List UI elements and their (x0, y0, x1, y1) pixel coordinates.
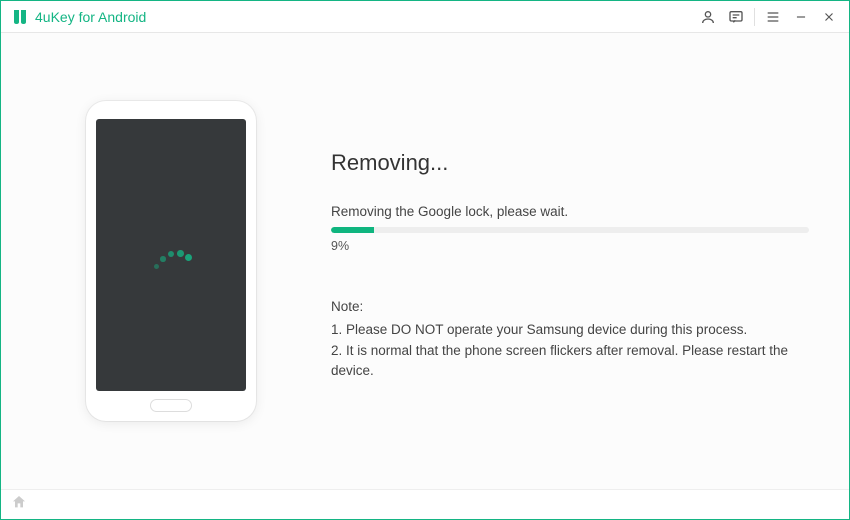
feedback-icon (728, 9, 744, 25)
phone-illustration (86, 101, 256, 421)
note-item-2: 2. It is normal that the phone screen fl… (331, 341, 809, 383)
titlebar-separator (754, 8, 755, 26)
progress-heading: Removing... (331, 150, 809, 176)
loading-spinner-icon (146, 230, 196, 280)
feedback-button[interactable] (722, 3, 750, 31)
notes-section: Note: 1. Please DO NOT operate your Sams… (331, 297, 809, 383)
progress-bar-fill (331, 227, 374, 233)
home-icon[interactable] (11, 494, 27, 515)
app-window: 4uKey for Android (0, 0, 850, 520)
user-icon (700, 9, 716, 25)
phone-screen (96, 119, 246, 391)
minimize-button[interactable] (787, 3, 815, 31)
notes-title: Note: (331, 297, 809, 318)
account-button[interactable] (694, 3, 722, 31)
note-item-1: 1. Please DO NOT operate your Samsung de… (331, 320, 809, 341)
app-logo: 4uKey for Android (11, 8, 146, 26)
minimize-icon (794, 10, 808, 24)
menu-icon (765, 9, 781, 25)
titlebar: 4uKey for Android (1, 1, 849, 33)
logo-icon (11, 8, 29, 26)
info-column: Removing... Removing the Google lock, pl… (331, 140, 809, 383)
phone-column (61, 101, 281, 421)
app-title: 4uKey for Android (35, 9, 146, 25)
close-icon (822, 10, 836, 24)
footer (1, 489, 849, 519)
phone-home-button (150, 399, 192, 412)
menu-button[interactable] (759, 3, 787, 31)
close-button[interactable] (815, 3, 843, 31)
progress-status: Removing the Google lock, please wait. (331, 204, 809, 219)
progress-bar (331, 227, 809, 233)
progress-percent-label: 9% (331, 239, 809, 253)
main-content: Removing... Removing the Google lock, pl… (1, 33, 849, 489)
